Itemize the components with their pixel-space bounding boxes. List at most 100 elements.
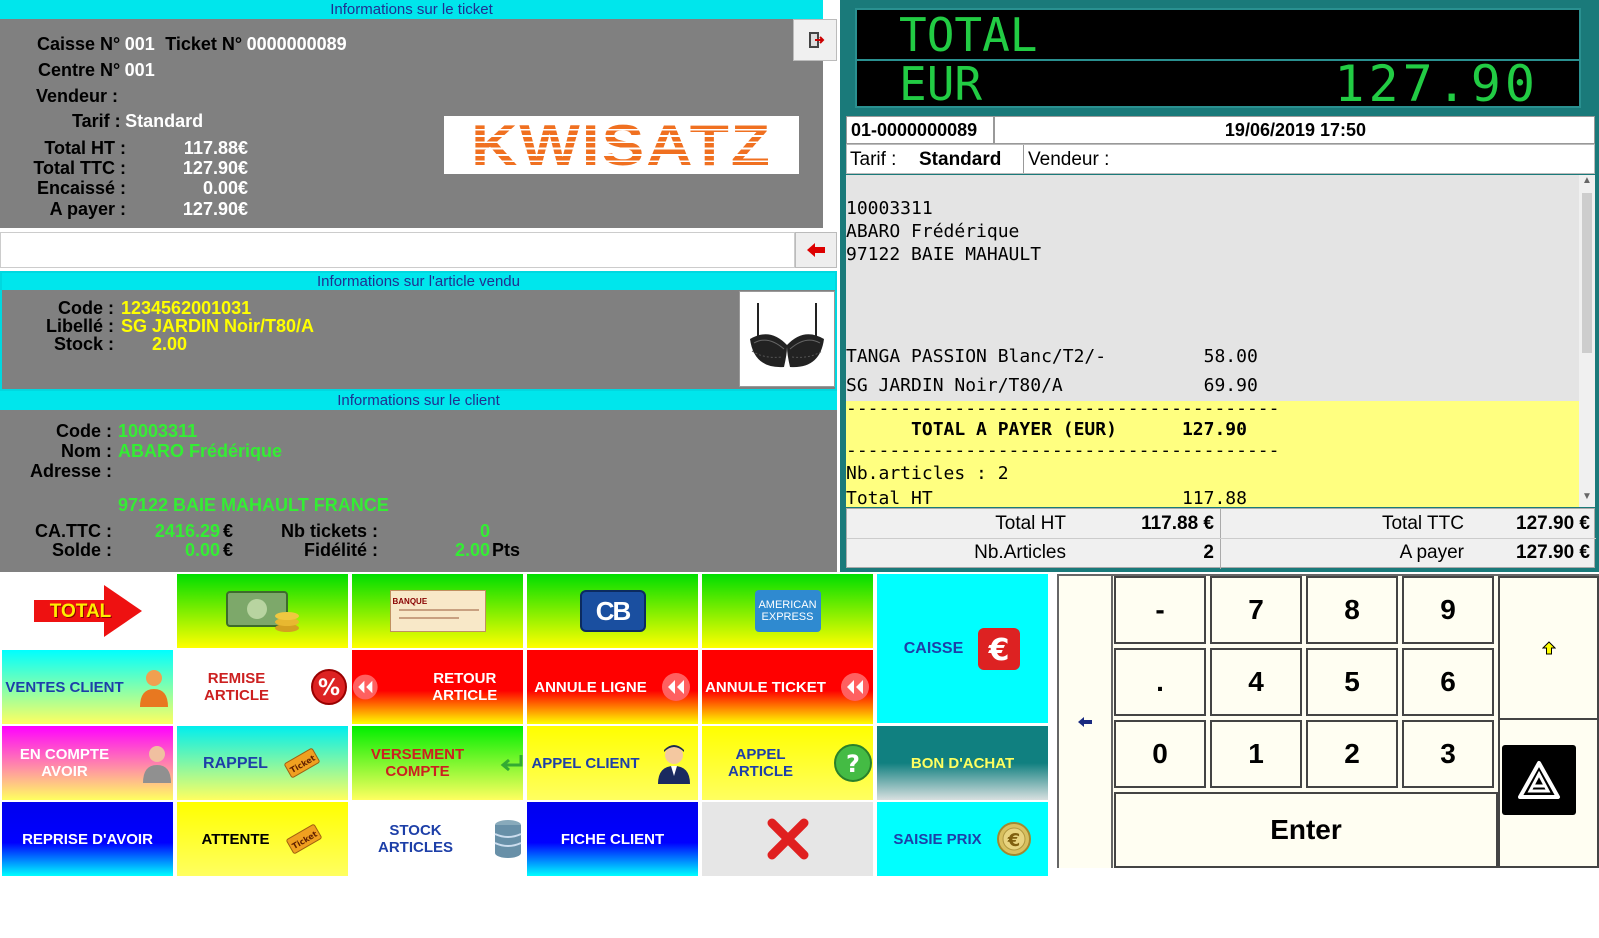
- rappel-label: RAPPEL: [203, 754, 268, 772]
- footer-total-ht-value: 117.88 €: [1141, 513, 1214, 534]
- encaisse-label: Encaissé :: [36, 178, 126, 198]
- total-ttc-label: Total TTC :: [33, 158, 126, 178]
- barcode-input[interactable]: [0, 232, 795, 268]
- caisse-button[interactable]: CAISSE €: [877, 574, 1048, 723]
- versement-compte-button[interactable]: VERSEMENT COMPTE: [352, 726, 523, 800]
- key-8[interactable]: 8: [1306, 576, 1398, 644]
- scroll-up-icon[interactable]: ▲: [1579, 175, 1595, 191]
- client-info-title: Informations sur le client: [0, 391, 837, 410]
- key-minus[interactable]: -: [1114, 576, 1206, 644]
- ventes-client-label: VENTES CLIENT: [5, 678, 124, 696]
- saisie-prix-button[interactable]: SAISIE PRIX €: [877, 802, 1048, 876]
- saisie-prix-label: SAISIE PRIX: [893, 830, 982, 848]
- receipt-vendeur-label: Vendeur :: [1028, 149, 1110, 170]
- vendeur-label: Vendeur :: [36, 86, 119, 106]
- virtual-keyboard-button[interactable]: [1502, 745, 1576, 815]
- ticket-info-panel: Informations sur le ticket Caisse N° 001…: [0, 0, 837, 228]
- key-1[interactable]: 1: [1210, 720, 1302, 788]
- key-4[interactable]: 4: [1210, 648, 1302, 716]
- help-question-icon: ?: [834, 744, 872, 782]
- rewind-icon: [840, 673, 869, 701]
- appel-article-button[interactable]: APPEL ARTICLE ?: [702, 726, 873, 800]
- total-ht-label: Total HT :: [44, 138, 126, 158]
- fiche-client-button[interactable]: FICHE CLIENT: [527, 802, 698, 876]
- agent-person-icon: [657, 745, 690, 784]
- ticket-icon: Ticket: [285, 824, 322, 854]
- rewind-icon: [661, 673, 690, 701]
- receipt-body[interactable]: 10003311 ABARO Frédérique 97122 BAIE MAH…: [846, 175, 1579, 507]
- close-button[interactable]: [702, 802, 873, 876]
- retour-article-button[interactable]: RETOUR ARTICLE: [352, 650, 523, 724]
- annule-ligne-button[interactable]: ANNULE LIGNE: [527, 650, 698, 724]
- database-icon: [494, 820, 522, 858]
- total-ht-value: 117.88€: [183, 138, 248, 158]
- article-image: [739, 291, 835, 387]
- annule-ticket-button[interactable]: ANNULE TICKET: [702, 650, 873, 724]
- key-9[interactable]: 9: [1402, 576, 1494, 644]
- footer-total-ttc-label: Total TTC: [1381, 513, 1464, 534]
- attente-button[interactable]: ATTENTE Ticket: [177, 802, 348, 876]
- client-ca-value: 2416.29: [154, 521, 220, 541]
- key-0[interactable]: 0: [1114, 720, 1206, 788]
- cheque-payment-button[interactable]: BANQUE: [352, 574, 523, 648]
- total-button[interactable]: TOTAL: [2, 574, 173, 648]
- scroll-thumb[interactable]: [1582, 193, 1592, 353]
- remise-article-button[interactable]: REMISE ARTICLE %: [177, 650, 348, 724]
- cb-card-payment-button[interactable]: CB: [527, 574, 698, 648]
- amex-payment-button[interactable]: AMERICAN EXPRESS: [702, 574, 873, 648]
- ventes-client-button[interactable]: VENTES CLIENT: [2, 650, 173, 724]
- receipt-tarif-value: Standard: [919, 149, 1002, 170]
- svg-text:?: ?: [846, 750, 860, 778]
- client-ca-unit: €: [223, 521, 234, 541]
- shift-arrow-icon: [1541, 641, 1556, 655]
- client-code-value: 10003311: [118, 421, 198, 441]
- reprise-avoir-button[interactable]: REPRISE D'AVOIR: [2, 802, 173, 876]
- logo-text: KWISATZ: [471, 112, 772, 178]
- cash-payment-button[interactable]: [177, 574, 348, 648]
- receipt-separator-2: ----------------------------------------: [846, 440, 1280, 461]
- stock-articles-button[interactable]: STOCK ARTICLES: [352, 802, 523, 876]
- receipt-scrollbar[interactable]: ▲ ▼: [1579, 175, 1595, 507]
- cheque-icon: BANQUE: [389, 590, 486, 632]
- scroll-down-icon[interactable]: ▼: [1579, 491, 1595, 507]
- client-ca-label: CA.TTC :: [35, 521, 112, 541]
- bon-achat-button[interactable]: BON D'ACHAT: [877, 726, 1048, 800]
- key-6[interactable]: 6: [1402, 648, 1494, 716]
- display-currency: EUR: [899, 57, 983, 111]
- key-3[interactable]: 3: [1402, 720, 1494, 788]
- reprise-avoir-label: REPRISE D'AVOIR: [22, 830, 153, 848]
- footer-a-payer-value: 127.90 €: [1516, 542, 1590, 563]
- exit-door-icon: [809, 32, 825, 48]
- cb-card-text: CB: [595, 595, 632, 626]
- cb-card-icon: CB: [579, 590, 646, 632]
- back-button[interactable]: [795, 232, 837, 268]
- client-nom-label: Nom :: [61, 441, 112, 461]
- retour-article-label: RETOUR ARTICLE: [432, 670, 498, 704]
- amex-card-text: AMERICAN EXPRESS: [758, 599, 817, 623]
- key-7[interactable]: 7: [1210, 576, 1302, 644]
- fidelite-label: Fidélité :: [303, 540, 378, 560]
- receipt-client-city: 97122 BAIE MAHAULT: [846, 244, 1042, 265]
- footer-a-payer-label: A payer: [1399, 542, 1464, 563]
- svg-text:€: €: [1006, 830, 1020, 851]
- cheque-bank-text: BANQUE: [392, 597, 428, 606]
- centre-value: 001: [124, 60, 155, 80]
- client-code-label: Code :: [56, 421, 112, 441]
- appel-client-button[interactable]: APPEL CLIENT: [527, 726, 698, 800]
- shift-key[interactable]: [1498, 576, 1599, 720]
- key-2[interactable]: 2: [1306, 720, 1398, 788]
- exit-button[interactable]: [793, 19, 837, 61]
- backspace-key[interactable]: [1059, 576, 1111, 868]
- key-5[interactable]: 5: [1306, 648, 1398, 716]
- rappel-button[interactable]: RAPPEL Ticket: [177, 726, 348, 800]
- ticket-value: 0000000089: [246, 34, 347, 54]
- article-info-title: Informations sur l'article vendu: [2, 273, 835, 290]
- en-compte-avoir-label: EN COMPTE AVOIR: [19, 746, 110, 780]
- key-dot[interactable]: .: [1114, 648, 1206, 716]
- euro-coin-icon: €: [996, 822, 1031, 856]
- enter-key[interactable]: Enter: [1114, 792, 1498, 868]
- total-ttc-value: 127.90€: [182, 158, 248, 178]
- en-compte-avoir-button[interactable]: EN COMPTE AVOIR: [2, 726, 173, 800]
- percent-icon: %: [311, 669, 347, 705]
- return-arrow-icon: [500, 755, 523, 772]
